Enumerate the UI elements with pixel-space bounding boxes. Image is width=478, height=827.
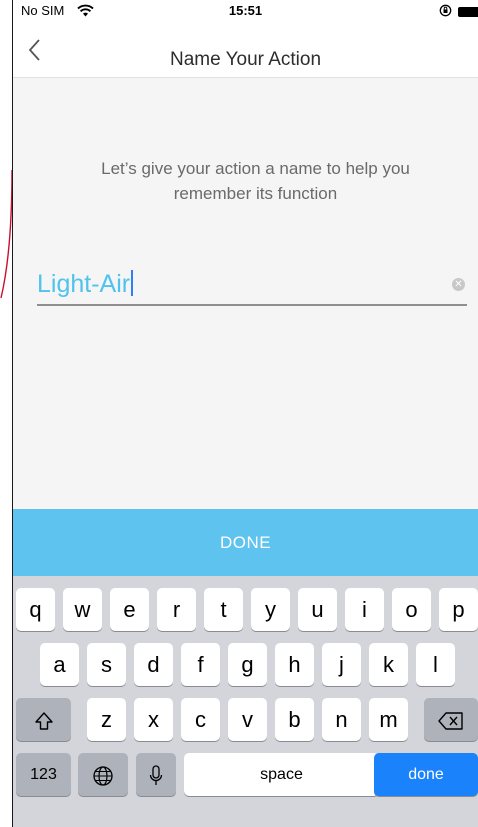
text-caret — [131, 270, 133, 296]
keyboard-done-key[interactable]: done — [374, 753, 478, 796]
page-title: Name Your Action — [169, 49, 322, 70]
phone-screen: No SIM 15:51 Name Your Action Let’s give… — [13, 0, 478, 827]
key-a[interactable]: a — [40, 643, 79, 686]
globe-key[interactable] — [78, 753, 128, 796]
key-q[interactable]: q — [16, 588, 55, 631]
key-l[interactable]: l — [416, 643, 455, 686]
space-key[interactable]: space — [184, 753, 379, 796]
key-t[interactable]: t — [204, 588, 243, 631]
shift-key[interactable] — [16, 698, 71, 741]
navigation-bar: Name Your Action — [13, 22, 478, 78]
status-bar: No SIM 15:51 — [13, 0, 478, 22]
clear-icon[interactable]: ✕ — [452, 278, 465, 291]
key-s[interactable]: s — [87, 643, 126, 686]
key-p[interactable]: p — [439, 588, 478, 631]
key-m[interactable]: m — [369, 698, 408, 741]
key-y[interactable]: y — [251, 588, 290, 631]
key-n[interactable]: n — [322, 698, 361, 741]
key-k[interactable]: k — [369, 643, 408, 686]
action-name-value: Light-Air — [37, 270, 131, 298]
key-e[interactable]: e — [110, 588, 149, 631]
backspace-icon — [438, 712, 463, 730]
key-i[interactable]: i — [345, 588, 384, 631]
key-f[interactable]: f — [181, 643, 220, 686]
key-v[interactable]: v — [228, 698, 267, 741]
status-time: 15:51 — [228, 3, 263, 18]
key-h[interactable]: h — [275, 643, 314, 686]
battery-icon — [458, 7, 478, 17]
keyboard: q w e r t y u i o p a s d f g h j k l z … — [13, 576, 478, 827]
key-w[interactable]: w — [63, 588, 102, 631]
action-name-input[interactable]: Light-Air — [37, 270, 133, 299]
done-button[interactable]: DONE — [13, 509, 478, 576]
app-frame: No SIM 15:51 Name Your Action Let’s give… — [0, 0, 478, 827]
instruction-text: Let’s give your action a name to help yo… — [101, 159, 410, 203]
orientation-lock-icon — [439, 4, 452, 17]
globe-icon — [93, 766, 113, 786]
numbers-key[interactable]: 123 — [16, 753, 71, 796]
backspace-key[interactable] — [424, 698, 478, 741]
action-name-field[interactable]: Light-Air ✕ — [37, 268, 467, 306]
key-r[interactable]: r — [157, 588, 196, 631]
key-o[interactable]: o — [392, 588, 431, 631]
key-z[interactable]: z — [87, 698, 126, 741]
key-b[interactable]: b — [275, 698, 314, 741]
key-c[interactable]: c — [181, 698, 220, 741]
key-j[interactable]: j — [322, 643, 361, 686]
key-d[interactable]: d — [134, 643, 173, 686]
key-u[interactable]: u — [298, 588, 337, 631]
shift-icon — [34, 712, 53, 730]
microphone-icon — [149, 765, 163, 785]
key-g[interactable]: g — [228, 643, 267, 686]
key-x[interactable]: x — [134, 698, 173, 741]
dictation-key[interactable] — [136, 753, 176, 796]
